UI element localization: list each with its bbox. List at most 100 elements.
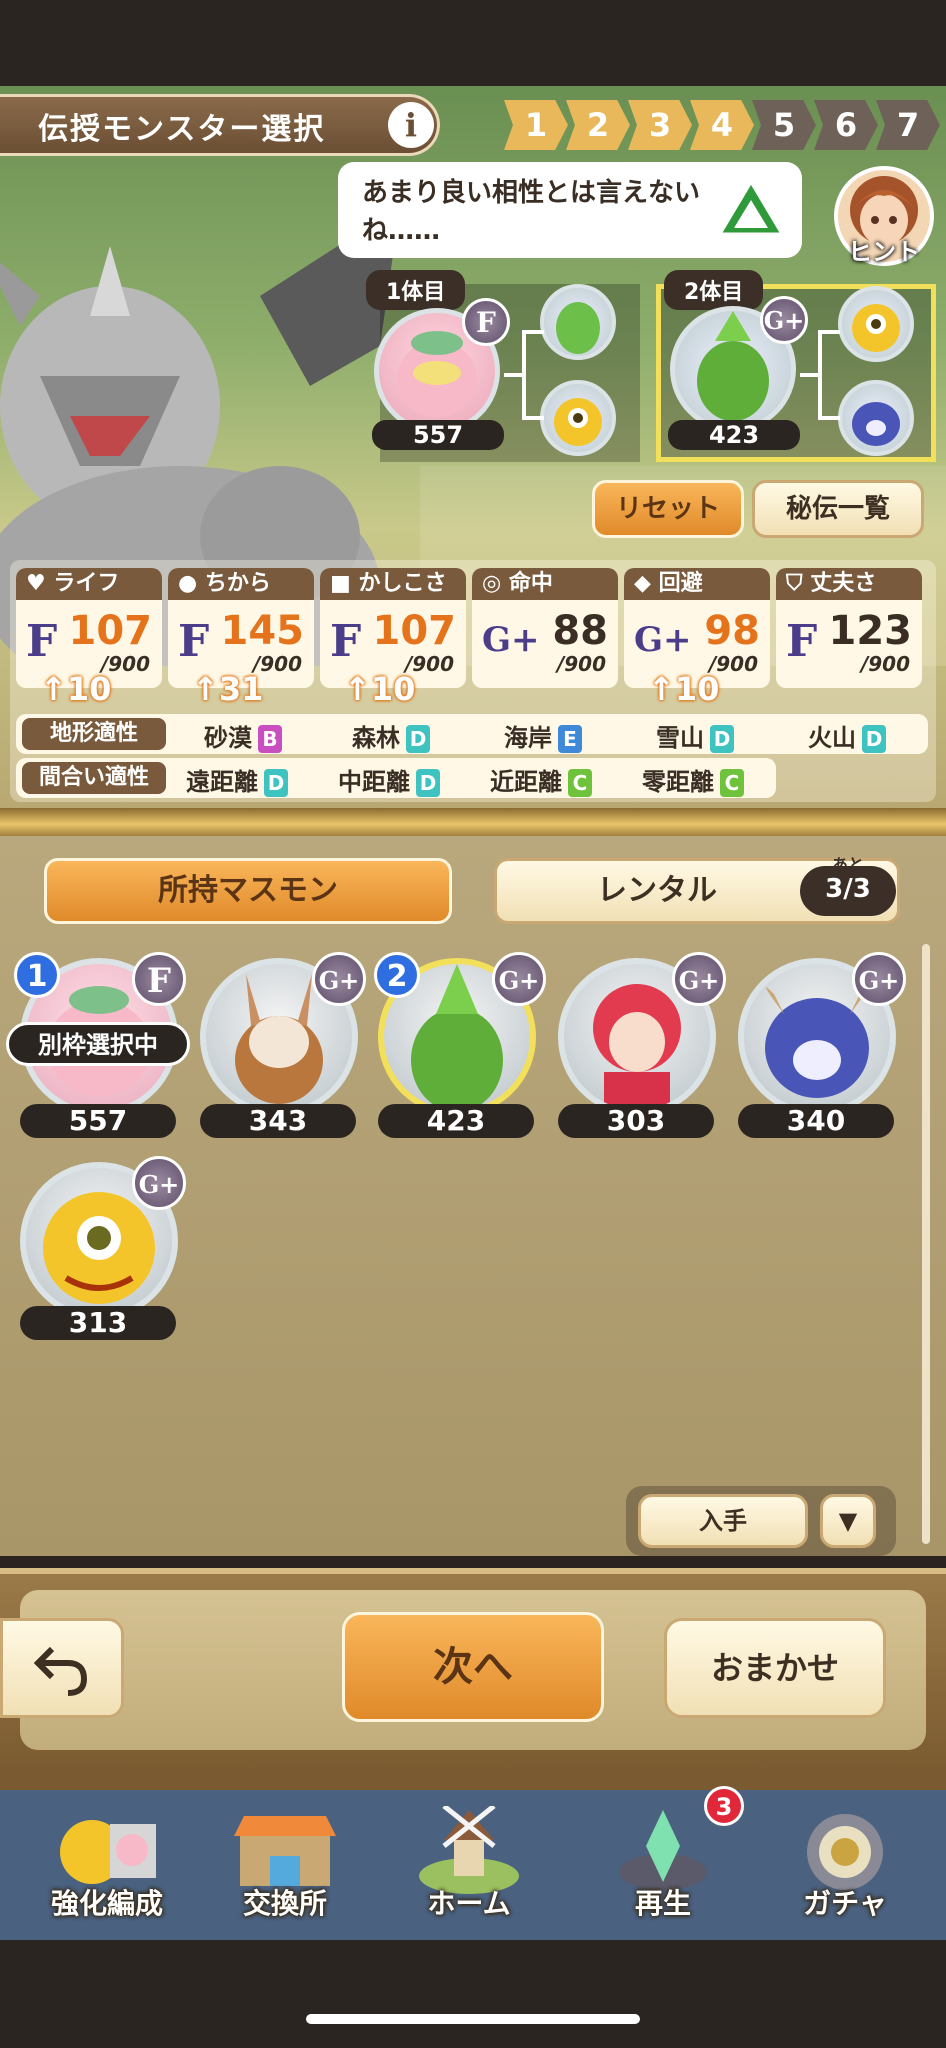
stat-grade: F (786, 616, 818, 667)
step-2: 2 (566, 100, 630, 150)
slot-2-level: 423 (668, 420, 800, 450)
monster-level: 313 (20, 1306, 176, 1340)
page-title: 伝授モンスター選択 (38, 112, 326, 147)
slot-2-parent-b[interactable] (838, 380, 914, 456)
separate-selection-label: 別枠選択中 (6, 1022, 190, 1066)
stat-name: ちから (204, 571, 271, 596)
grade-badge: G+ (852, 952, 906, 1006)
stat-value: 98 (704, 608, 760, 654)
range-label: 間合い適性 (22, 762, 166, 794)
slot-1-level: 557 (372, 420, 504, 450)
slot-1-tag: 1体目 (366, 270, 466, 310)
stat-name: 回避 (658, 571, 703, 596)
heart-icon: ♥ (26, 571, 46, 596)
grade-badge: F (132, 952, 186, 1006)
nav-enhance[interactable]: 強化編成 (18, 1800, 196, 1930)
fist-icon: ● (178, 571, 198, 596)
terrain-volcano: 火山 D (808, 718, 886, 753)
step-5: 5 (752, 100, 816, 150)
nav-home[interactable]: ホーム (380, 1800, 558, 1930)
home-indicator[interactable] (306, 2014, 640, 2024)
slot-1-parent-b[interactable] (540, 380, 616, 456)
step-3: 3 (628, 100, 692, 150)
monster-level: 557 (20, 1104, 176, 1138)
stat-value: 107 (68, 608, 153, 654)
reset-button[interactable]: リセット (592, 480, 744, 538)
nav-gacha[interactable]: ガチャ (756, 1800, 934, 1930)
range-mid: 中距離 D (338, 762, 440, 797)
triangle-icon (717, 179, 785, 236)
notification-badge: 3 (704, 1786, 744, 1826)
sort-button[interactable]: 入手 (638, 1494, 808, 1548)
hint-label: ヒント (848, 238, 920, 266)
stat-bonus: ↑10 (40, 670, 112, 708)
stat-value: 88 (552, 608, 608, 654)
stat-name: かしこさ (358, 571, 447, 596)
book-icon: ■ (330, 571, 351, 596)
range-near: 近距離 C (490, 762, 592, 797)
stat-name: ライフ (53, 571, 120, 596)
grade-badge: G+ (132, 1156, 186, 1210)
stat-max: /900 (556, 652, 606, 676)
stat-value: 107 (372, 608, 457, 654)
info-icon[interactable]: i (388, 102, 434, 148)
step-4: 4 (690, 100, 754, 150)
stat-value: 123 (828, 608, 913, 654)
step-7: 7 (876, 100, 940, 150)
back-button[interactable] (0, 1618, 124, 1718)
monster-level: 423 (378, 1104, 534, 1138)
dodge-icon: ◆ (634, 571, 651, 596)
stat-defense: ⛉ 丈夫さ F 123 /900 (776, 568, 922, 688)
terrain-coast: 海岸 E (504, 718, 582, 753)
slot-2-parent-a[interactable] (838, 286, 914, 362)
monster-level: 343 (200, 1104, 356, 1138)
stat-grade: F (330, 616, 362, 667)
slot-1-parent-a[interactable] (540, 284, 616, 360)
terrain-snow: 雪山 D (656, 718, 734, 753)
range-far: 遠距離 D (186, 762, 288, 797)
hint-message: あまり良い相性とは言えないね…… (362, 178, 701, 246)
stat-bonus: ↑10 (344, 670, 416, 708)
stat-grade: F (26, 616, 58, 667)
stat-name: 丈夫さ (810, 571, 877, 596)
terrain-label: 地形適性 (22, 718, 166, 750)
shield-icon: ⛉ (786, 571, 803, 596)
next-button[interactable]: 次へ (342, 1612, 604, 1722)
slot-2-tag: 2体目 (664, 270, 764, 310)
rental-remaining-badge: あと 3/3 (800, 856, 896, 916)
stat-grade: F (178, 616, 210, 667)
auto-button[interactable]: おまかせ (664, 1618, 886, 1718)
stat-grade: G+ (634, 620, 692, 660)
stat-accuracy: ◎ 命中 G+ 88 /900 (472, 568, 618, 688)
slot-1-grade-badge: F (462, 298, 510, 346)
stat-max: /900 (860, 652, 910, 676)
sort-order-toggle[interactable]: ▼ (820, 1494, 876, 1548)
grade-badge: G+ (492, 952, 546, 1006)
stat-grade: G+ (482, 620, 540, 660)
step-6: 6 (814, 100, 878, 150)
range-zero: 零距離 C (642, 762, 744, 797)
monster-level: 303 (558, 1104, 714, 1138)
stat-bonus: ↑31 (192, 670, 264, 708)
stat-bonus: ↑10 (648, 670, 720, 708)
monster-level: 340 (738, 1104, 894, 1138)
tab-owned[interactable]: 所持マスモン (44, 858, 452, 924)
stat-value: 145 (220, 608, 305, 654)
target-icon: ◎ (482, 571, 502, 596)
order-badge: 1 (14, 952, 60, 998)
scrollbar[interactable] (922, 944, 930, 1544)
slot-2-connector (800, 330, 840, 420)
grade-badge: G+ (672, 952, 726, 1006)
home-indicator-area (0, 1940, 946, 2048)
secret-list-button[interactable]: 秘伝一覧 (752, 480, 924, 538)
stat-name: 命中 (508, 571, 553, 596)
nav-exchange[interactable]: 交換所 (196, 1800, 374, 1930)
back-arrow-icon (33, 1646, 88, 1696)
grade-badge: G+ (312, 952, 366, 1006)
status-bar (0, 0, 946, 86)
slot-1-connector (504, 330, 544, 420)
terrain-desert: 砂漠 B (204, 718, 282, 753)
order-badge: 2 (374, 952, 420, 998)
terrain-forest: 森林 D (352, 718, 430, 753)
step-1: 1 (504, 100, 568, 150)
